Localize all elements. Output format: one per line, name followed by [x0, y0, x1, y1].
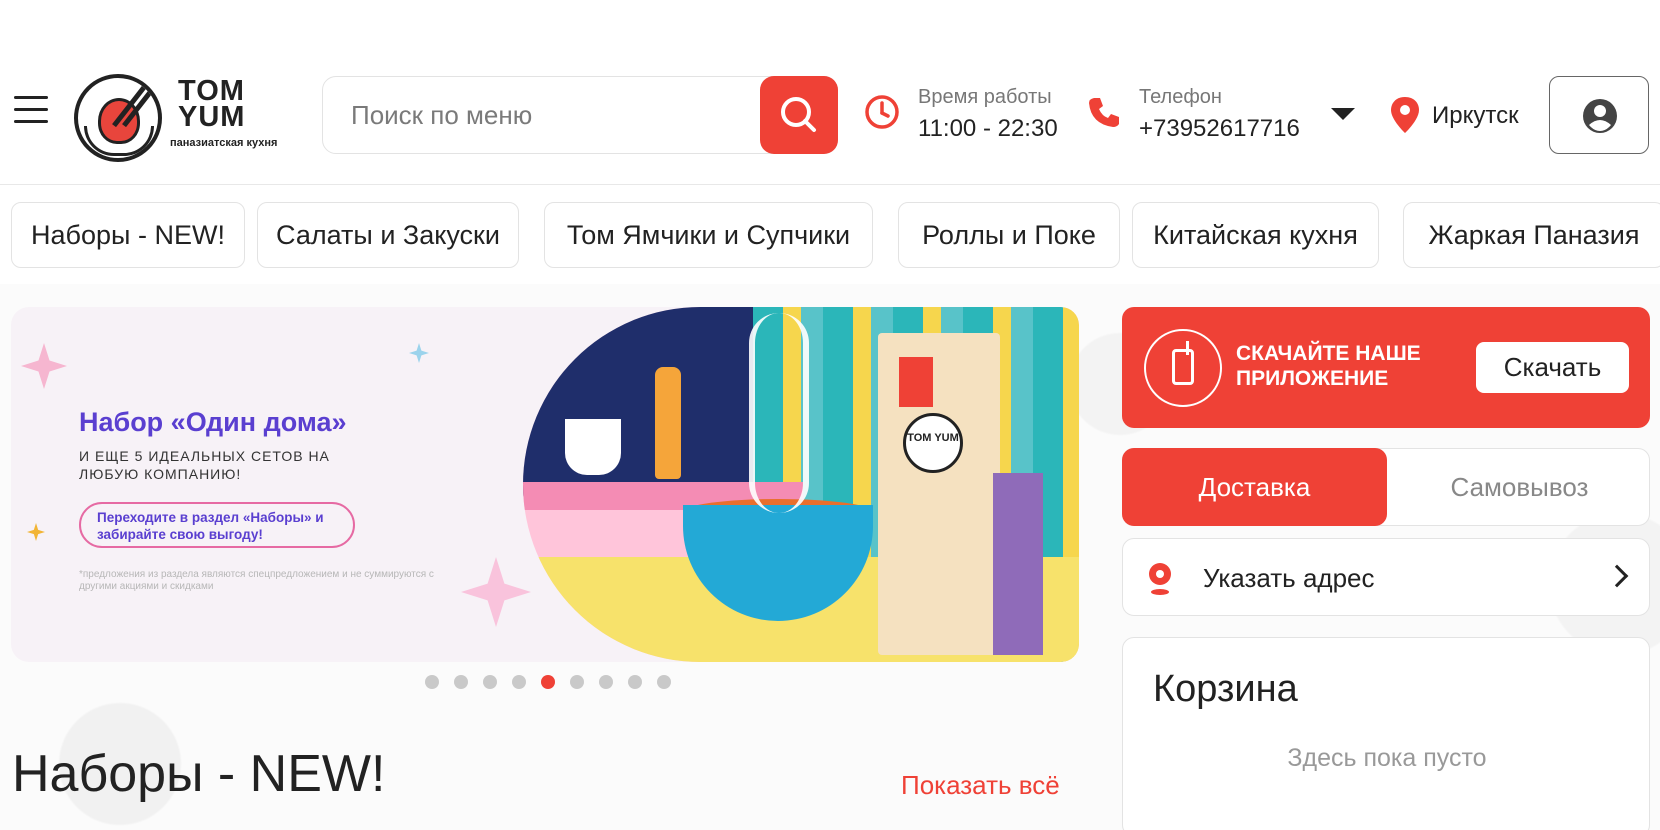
tab-delivery[interactable]: Доставка	[1122, 448, 1387, 526]
banner-title: Набор «Один дома»	[79, 407, 347, 437]
search-button[interactable]	[760, 76, 838, 154]
cart-panel: Корзина Здесь пока пусто	[1122, 637, 1650, 830]
cart-empty-message: Здесь пока пусто	[1287, 744, 1487, 772]
chevron-right-icon	[1605, 564, 1629, 588]
city-selector[interactable]: Иркутск	[1432, 102, 1519, 130]
category-tab-soups[interactable]: Том Ямчики и Супчики	[544, 202, 873, 268]
phone-icon	[1089, 98, 1119, 127]
tab-pickup[interactable]: Самовывоз	[1387, 448, 1652, 526]
search-box	[322, 76, 838, 154]
user-icon	[1583, 99, 1617, 133]
section-title: Наборы - NEW!	[12, 745, 386, 803]
show-all-link[interactable]: Показать всё	[901, 770, 1060, 801]
address-label: Указать адрес	[1203, 563, 1375, 593]
working-hours-label: Время работы	[918, 86, 1052, 108]
category-tab-hot[interactable]: Жаркая Паназия	[1403, 202, 1660, 268]
category-tab-chinese[interactable]: Китайская кухня	[1132, 202, 1379, 268]
category-nav: Наборы - NEW! Салаты и Закуски Том Ямчик…	[0, 202, 1660, 270]
account-button[interactable]	[1549, 76, 1649, 154]
carousel-dot[interactable]	[657, 675, 671, 689]
logo[interactable]: TOM YUM паназиатская кухня	[74, 70, 304, 162]
phone-label: Телефон	[1139, 86, 1222, 108]
plant-pot-icon	[565, 419, 621, 475]
carousel-dot[interactable]	[599, 675, 613, 689]
header-divider	[0, 184, 1660, 185]
bag-logo-icon: TOM YUM	[903, 413, 963, 473]
carousel-dot[interactable]	[425, 675, 439, 689]
star-decoration	[21, 343, 67, 389]
banner-illustration: TOM YUM	[523, 307, 1079, 662]
logo-brand: TOM YUM	[178, 75, 246, 133]
location-pin-icon	[1149, 563, 1171, 595]
carousel-dot[interactable]	[483, 675, 497, 689]
site-header: TOM YUM паназиатская кухня Время работы …	[0, 70, 1660, 162]
chevron-down-icon[interactable]	[1331, 108, 1355, 120]
cart-title: Корзина	[1153, 668, 1298, 710]
banner-subtitle: и еще 5 идеальных сетов на любую компани…	[79, 448, 330, 482]
carousel-dot[interactable]	[628, 675, 642, 689]
star-decoration	[409, 343, 429, 363]
delivery-mode-toggle: Доставка Самовывоз	[1122, 448, 1650, 526]
phone-info[interactable]: Телефон +73952617716	[1139, 86, 1300, 143]
phone-number[interactable]: +73952617716	[1139, 115, 1300, 143]
search-icon	[781, 97, 816, 132]
carousel-dot[interactable]	[570, 675, 584, 689]
category-tab-salads[interactable]: Салаты и Закуски	[257, 202, 519, 268]
working-hours-value: 11:00 - 22:30	[918, 115, 1058, 142]
carousel-dot-active[interactable]	[541, 675, 555, 689]
bottle-icon	[655, 367, 681, 479]
logo-emblem-icon	[74, 74, 162, 162]
search-input[interactable]	[323, 77, 743, 153]
category-tab-rolls[interactable]: Роллы и Поке	[898, 202, 1120, 268]
category-tab-sets[interactable]: Наборы - NEW!	[11, 202, 245, 268]
star-decoration	[27, 523, 45, 541]
banner-note: *предложения из раздела являются спецпре…	[79, 569, 434, 592]
carousel-dot[interactable]	[454, 675, 468, 689]
download-button[interactable]: Скачать	[1476, 342, 1629, 393]
logo-tagline: паназиатская кухня	[170, 137, 278, 149]
working-hours: Время работы 11:00 - 22:30	[918, 86, 1058, 143]
app-download-banner: СКАЧАЙТЕ НАШЕ ПРИЛОЖЕНИЕ Скачать	[1122, 307, 1650, 428]
delivery-bag-icon	[878, 333, 1000, 655]
address-selector[interactable]: Указать адрес	[1122, 538, 1650, 616]
promo-banner[interactable]: Набор «Один дома» и еще 5 идеальных сето…	[11, 307, 1079, 662]
hamburger-menu-icon[interactable]	[14, 96, 48, 126]
clock-icon	[865, 95, 899, 129]
carousel-dot[interactable]	[512, 675, 526, 689]
star-decoration	[461, 557, 531, 627]
banner-cta: Переходите в раздел «Наборы» и забирайте…	[79, 502, 355, 548]
location-pin-icon	[1391, 97, 1419, 133]
app-promo-text: СКАЧАЙТЕ НАШЕ ПРИЛОЖЕНИЕ	[1236, 342, 1421, 390]
